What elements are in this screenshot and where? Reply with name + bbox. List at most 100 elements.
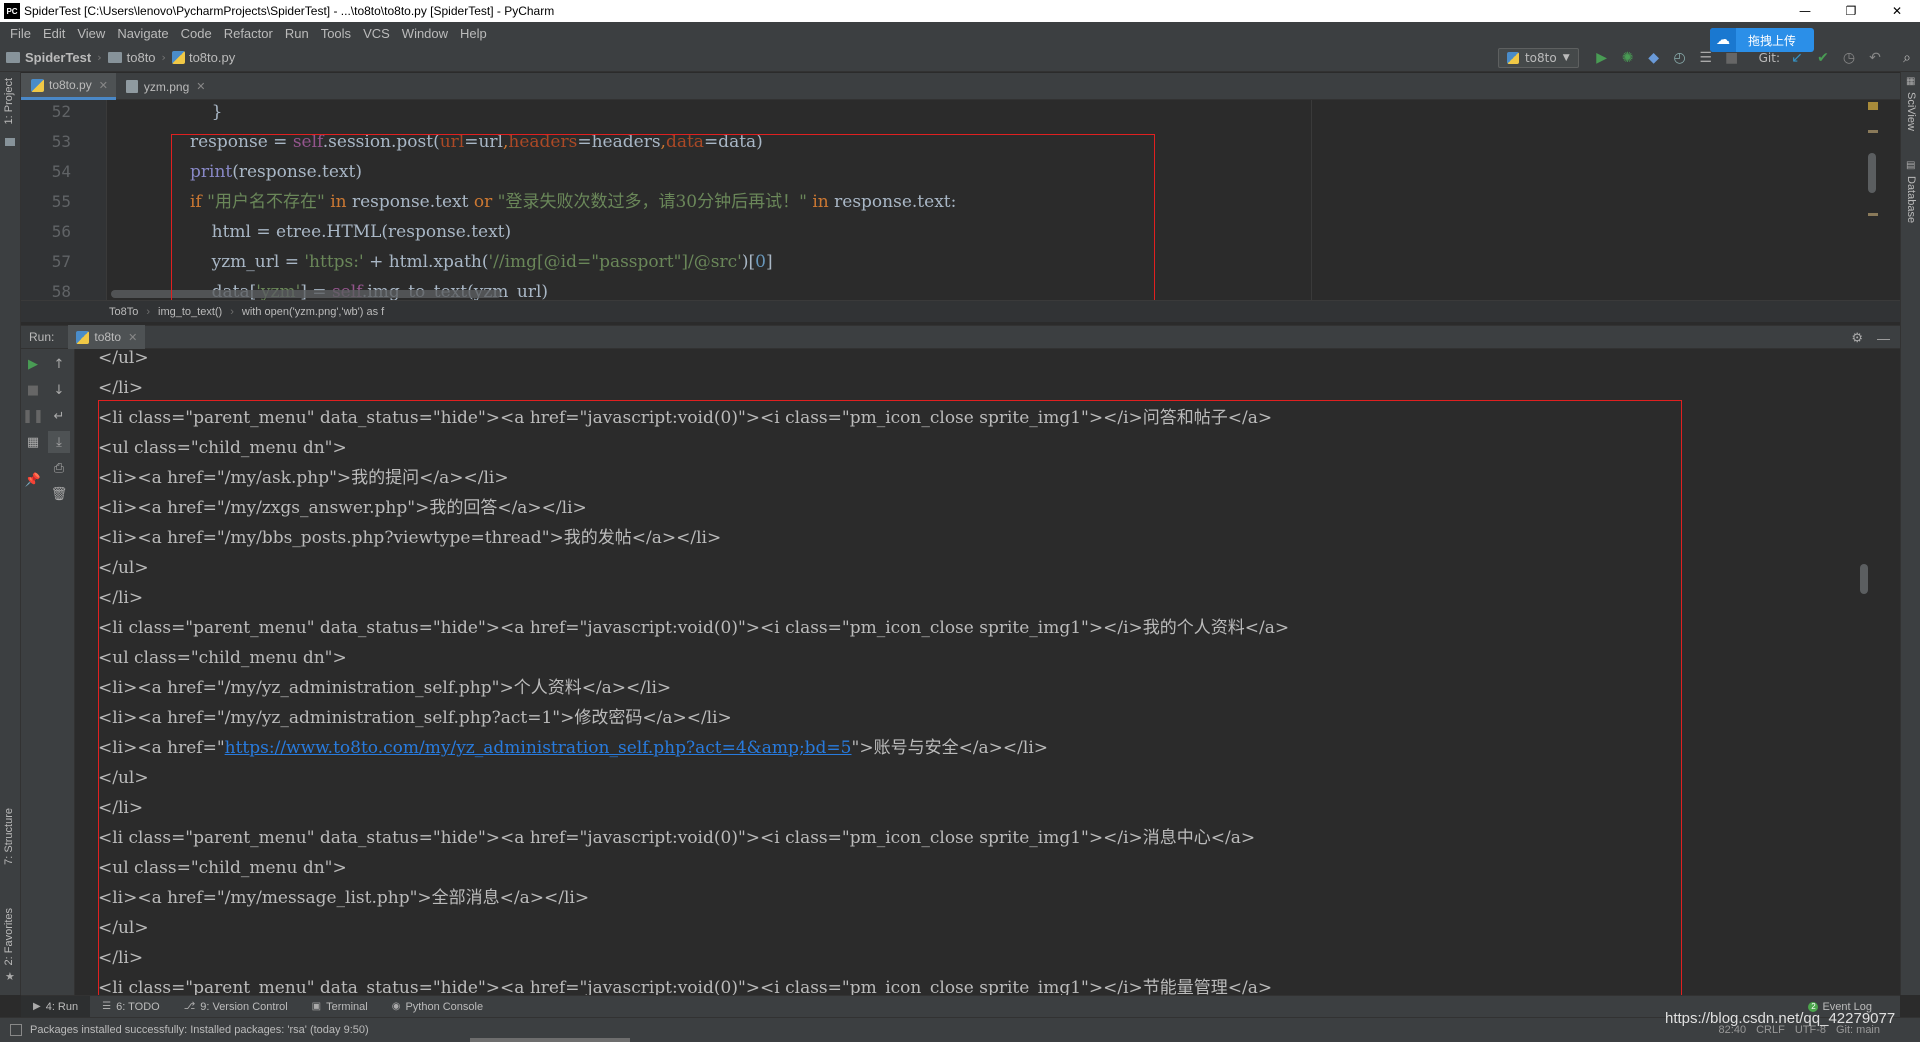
menu-vcs[interactable]: VCS <box>357 26 396 41</box>
breadcrumb-method[interactable]: img_to_text() <box>158 306 222 318</box>
run-tab-to8to[interactable]: to8to ✕ <box>68 325 146 349</box>
breadcrumb-project[interactable]: SpiderTest <box>0 50 97 65</box>
close-window-button[interactable]: ✕ <box>1874 0 1920 22</box>
scroll-to-end-icon[interactable]: ⤓ <box>48 431 70 453</box>
line-number: 54 <box>51 162 71 181</box>
structure-tool-button[interactable]: 7: Structure <box>3 808 15 865</box>
close-icon[interactable]: ✕ <box>99 79 108 92</box>
project-tool-button[interactable]: 1: Project <box>3 78 15 124</box>
console-line: </li> <box>98 378 144 398</box>
left-tool-strip: 1: Project 7: Structure 2: Favorites ★ <box>0 72 21 995</box>
pause-icon[interactable]: ❚❚ <box>22 405 44 427</box>
breadcrumb-statement[interactable]: with open('yzm.png','wb') as f <box>242 306 384 318</box>
scroll-up-icon[interactable]: ↑ <box>48 353 70 375</box>
scroll-down-icon[interactable]: ↓ <box>48 379 70 401</box>
breadcrumb-class[interactable]: To8To <box>109 306 138 318</box>
tool-tab-label: Python Console <box>405 1000 484 1013</box>
console-line: </ul> <box>98 349 149 368</box>
run-configuration-select[interactable]: to8to ▼ <box>1497 48 1579 68</box>
editor-breadcrumb: To8To › img_to_text() › with open('yzm.p… <box>21 300 1900 322</box>
window-controls: — ❐ ✕ <box>1782 0 1920 22</box>
git-history-icon[interactable]: ◷ <box>1836 47 1862 69</box>
project-folder-icon <box>5 138 15 146</box>
search-icon[interactable]: ⌕ <box>1894 47 1920 69</box>
restore-layout-icon[interactable]: ▦ <box>22 431 44 453</box>
menu-help[interactable]: Help <box>454 26 493 41</box>
version-control-icon: ⎇ <box>183 1001 196 1012</box>
run-icon[interactable]: ▶ <box>1589 47 1615 69</box>
menu-file[interactable]: File <box>4 26 37 41</box>
menu-tools[interactable]: Tools <box>315 26 357 41</box>
coverage-icon[interactable]: ◆ <box>1641 47 1667 69</box>
breadcrumb-folder-label: to8to <box>126 50 156 65</box>
git-revert-icon[interactable]: ↶ <box>1862 47 1888 69</box>
stop-icon[interactable]: ■ <box>22 379 44 401</box>
tool-tab-python-console[interactable]: ◉ Python Console <box>380 996 495 1018</box>
profile-icon[interactable]: ◴ <box>1667 47 1693 69</box>
status-message[interactable]: Packages installed successfully: Install… <box>30 1024 369 1036</box>
close-icon[interactable]: ✕ <box>196 80 205 93</box>
todo-icon: ☰ <box>102 1001 112 1012</box>
line-number: 55 <box>51 192 71 211</box>
close-icon[interactable]: ✕ <box>128 331 137 344</box>
tool-tab-run[interactable]: ▶ 4: Run <box>21 995 91 1018</box>
menu-edit[interactable]: Edit <box>37 26 71 41</box>
hide-panel-icon[interactable]: — <box>1877 331 1890 346</box>
breadcrumb-file[interactable]: to8to.py <box>166 50 241 65</box>
python-file-icon <box>171 51 185 64</box>
git-label: Git: <box>1758 51 1780 65</box>
sciview-tool-button[interactable]: SciView <box>1905 92 1917 131</box>
line-number: 52 <box>51 102 71 121</box>
soft-wrap-icon[interactable]: ↵ <box>48 405 70 427</box>
right-tool-strip: ▦ SciView ▤ Database <box>1900 72 1920 995</box>
menu-navigate[interactable]: Navigate <box>111 26 174 41</box>
pin-icon[interactable]: 📌 <box>22 469 44 491</box>
console-vertical-scrollbar[interactable] <box>1860 564 1868 594</box>
console-highlight-box <box>98 400 1682 995</box>
menu-refactor[interactable]: Refactor <box>218 26 279 41</box>
favorites-tool-button[interactable]: 2: Favorites <box>3 908 15 965</box>
title-bar: PC SpiderTest [C:\Users\lenovo\PycharmPr… <box>0 0 1920 22</box>
tool-tab-label: 6: TODO <box>116 1000 160 1013</box>
python-file-icon <box>31 78 44 92</box>
run-configuration-label: to8to <box>1524 51 1557 65</box>
baidu-upload-label: 拖拽上传 <box>1748 33 1797 48</box>
breadcrumb-separator: › <box>230 305 234 318</box>
image-file-icon <box>125 80 138 93</box>
menu-window[interactable]: Window <box>396 26 454 41</box>
terminal-icon: ▣ <box>311 1001 322 1012</box>
minimize-button[interactable]: — <box>1782 0 1828 22</box>
tool-tab-todo[interactable]: ☰ 6: TODO <box>90 996 172 1018</box>
restore-button[interactable]: ❐ <box>1828 0 1874 22</box>
code-editor[interactable]: 52 } 53 response = self.session.post(url… <box>21 100 1900 300</box>
tool-tab-version-control[interactable]: ⎇ 9: Version Control <box>172 996 300 1018</box>
menu-view[interactable]: View <box>71 26 111 41</box>
database-tool-button[interactable]: Database <box>1905 176 1917 223</box>
gear-icon[interactable]: ⚙ <box>1851 330 1863 346</box>
cloud-icon: ☁ <box>1710 28 1736 52</box>
baidu-upload-button[interactable]: ☁ 拖拽上传 <box>1710 28 1814 52</box>
debug-icon[interactable]: ✺ <box>1615 47 1641 69</box>
run-toolbar: ▶ ↑ ■ ↓ ❚❚ ↵ ▦ ⤓ ⎙ 📌 🗑 <box>21 349 75 995</box>
breadcrumb-project-label: SpiderTest <box>25 50 92 65</box>
breadcrumb-separator: › <box>146 305 151 318</box>
editor-tab-to8to-py[interactable]: to8to.py ✕ <box>21 73 116 100</box>
run-console-output[interactable]: </ul> </li> <li class="parent_menu" data… <box>76 349 1880 995</box>
menu-run[interactable]: Run <box>279 26 315 41</box>
folder-icon <box>107 52 122 63</box>
tool-tab-terminal[interactable]: ▣ Terminal <box>300 996 380 1018</box>
trash-icon[interactable]: 🗑 <box>48 483 70 505</box>
print-icon[interactable]: ⎙ <box>48 457 70 479</box>
breadcrumb-folder[interactable]: to8to <box>102 50 162 65</box>
menu-code[interactable]: Code <box>175 26 218 41</box>
tool-tab-label: 9: Version Control <box>200 1000 288 1013</box>
rerun-icon[interactable]: ▶ <box>22 353 44 375</box>
git-commit-icon[interactable]: ✔ <box>1810 47 1836 69</box>
line-number: 56 <box>51 222 71 241</box>
status-toggle-icon[interactable] <box>10 1024 22 1036</box>
star-icon: ★ <box>5 970 15 983</box>
chevron-down-icon: ▼ <box>1562 53 1570 63</box>
editor-tab-yzm-png[interactable]: yzm.png ✕ <box>116 73 214 100</box>
run-label: Run: <box>29 330 55 344</box>
editor-tabs: to8to.py ✕ yzm.png ✕ <box>21 73 1900 100</box>
